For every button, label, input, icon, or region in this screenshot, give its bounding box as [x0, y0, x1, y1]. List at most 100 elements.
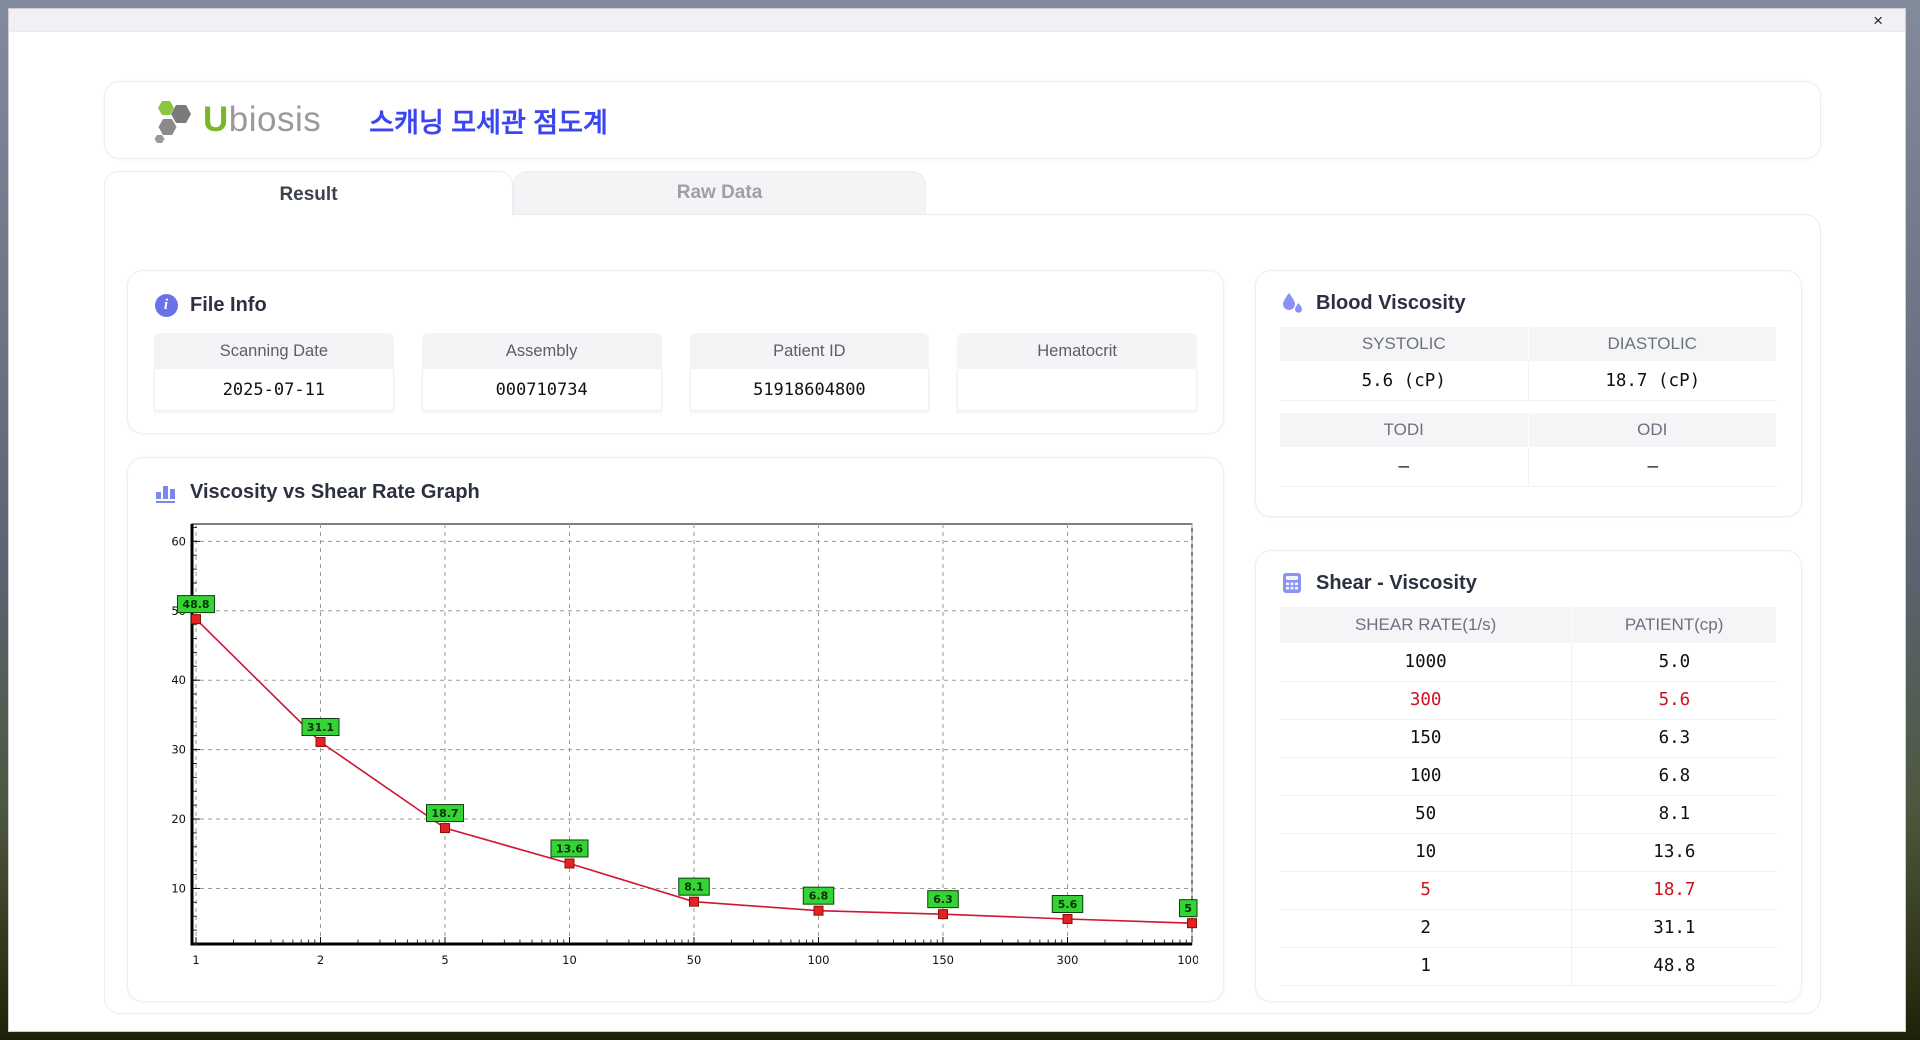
- blood-viscosity-card: Blood Viscosity SYSTOLIC DIASTOLIC 5.6 (cP…: [1255, 270, 1802, 517]
- file-info-field-assembly: Assembly 000710734: [421, 333, 662, 411]
- value-odi: –: [1528, 447, 1777, 487]
- bar-chart-icon: [154, 480, 178, 504]
- shear-rate-cell: 5: [1280, 871, 1573, 910]
- svg-text:18.7: 18.7: [431, 807, 458, 820]
- svg-text:13.6: 13.6: [556, 842, 583, 855]
- field-label: Patient ID: [689, 333, 930, 369]
- svg-text:1000: 1000: [1177, 953, 1198, 967]
- column-header-shear-rate-1-s: SHEAR RATE(1/s): [1280, 607, 1573, 643]
- logo-text: Ubiosis: [203, 100, 322, 139]
- svg-text:150: 150: [932, 953, 954, 967]
- svg-text:30: 30: [171, 743, 186, 757]
- shear-rate-cell: 100: [1280, 757, 1573, 796]
- svg-text:100: 100: [808, 953, 830, 967]
- svg-text:1: 1: [192, 953, 199, 967]
- svg-text:5: 5: [441, 953, 448, 967]
- table-row: 50 8.1: [1280, 795, 1777, 834]
- table-row: 300 5.6: [1280, 681, 1777, 720]
- shear-viscosity-card: Shear - Viscosity SHEAR RATE(1/s) PATIENT…: [1255, 550, 1802, 1002]
- svg-text:6.3: 6.3: [933, 893, 953, 906]
- patient-viscosity-cell: 31.1: [1571, 909, 1777, 948]
- file-info-title: i File Info: [154, 293, 1197, 317]
- svg-text:5.6: 5.6: [1058, 898, 1078, 911]
- svg-text:2: 2: [317, 953, 324, 967]
- svg-text:50: 50: [687, 953, 702, 967]
- shear-rate-cell: 1: [1280, 947, 1573, 986]
- field-value: [957, 369, 1197, 411]
- shear-rate-cell: 150: [1280, 719, 1573, 758]
- table-row: 10 13.6: [1280, 833, 1777, 872]
- water-drops-icon: [1280, 291, 1304, 315]
- column-header-patient-cp: PATIENT(cp): [1571, 607, 1777, 643]
- file-info-field-hematocrit: Hematocrit: [957, 333, 1197, 411]
- svg-text:48.8: 48.8: [182, 598, 209, 611]
- patient-viscosity-cell: 48.8: [1571, 947, 1777, 986]
- value-systolic: 5.6 (cP): [1280, 361, 1529, 401]
- table-row: 1 48.8: [1280, 947, 1777, 986]
- svg-text:5: 5: [1184, 902, 1192, 915]
- graph-card: Viscosity vs Shear Rate Graph 10 20 30 40 50…: [127, 457, 1224, 1002]
- svg-text:20: 20: [171, 812, 186, 826]
- svg-text:300: 300: [1057, 953, 1079, 967]
- field-value: 2025-07-11: [154, 369, 394, 411]
- svg-text:31.1: 31.1: [307, 721, 334, 734]
- app-window: × Ubiosis 스캐닝 모세관 점도계 Result Raw Data i: [8, 8, 1906, 1032]
- result-panel: i File Info Scanning Date 2025-07-11 Assem…: [104, 214, 1821, 1014]
- column-header-diastolic: DIASTOLIC: [1528, 327, 1777, 361]
- patient-viscosity-cell: 5.6: [1571, 681, 1777, 720]
- hexagon-logo-icon: [149, 97, 195, 143]
- field-label: Hematocrit: [957, 333, 1197, 369]
- field-label: Scanning Date: [154, 333, 394, 369]
- table-header-row: SHEAR RATE(1/s) PATIENT(cp): [1280, 607, 1777, 643]
- svg-text:6.8: 6.8: [809, 890, 829, 903]
- file-info-fields: Scanning Date 2025-07-11 Assembly 000710734…: [154, 333, 1197, 411]
- patient-viscosity-cell: 5.0: [1571, 643, 1777, 682]
- blood-viscosity-tables: SYSTOLIC DIASTOLIC 5.6 (cP) 18.7 (cP) TODI OD…: [1280, 327, 1777, 487]
- shear-rate-cell: 300: [1280, 681, 1573, 720]
- svg-text:8.1: 8.1: [684, 881, 704, 894]
- header-card: Ubiosis 스캐닝 모세관 점도계: [104, 81, 1821, 159]
- file-info-field-patient-id: Patient ID 51918604800: [689, 333, 930, 411]
- file-info-card: i File Info Scanning Date 2025-07-11 Assem…: [127, 270, 1224, 434]
- patient-viscosity-cell: 18.7: [1571, 871, 1777, 910]
- table-row: 2 31.1: [1280, 909, 1777, 948]
- shear-rate-cell: 10: [1280, 833, 1573, 872]
- file-info-field-scanning-date: Scanning Date 2025-07-11: [154, 333, 394, 411]
- tab-raw-data[interactable]: Raw Data: [513, 171, 926, 214]
- calculator-icon: [1280, 571, 1304, 595]
- blood-viscosity-title: Blood Viscosity: [1280, 291, 1777, 315]
- field-value: 51918604800: [689, 369, 930, 411]
- field-label: Assembly: [421, 333, 662, 369]
- app-title-korean: 스캐닝 모세관 점도계: [369, 107, 608, 138]
- shear-viscosity-title: Shear - Viscosity: [1280, 571, 1777, 595]
- shear-rate-cell: 1000: [1280, 643, 1573, 682]
- viscosity-chart: 1020304050601251050100150300100048.831.1…: [156, 510, 1207, 986]
- table-row: 100 6.8: [1280, 757, 1777, 796]
- value-diastolic: 18.7 (cP): [1528, 361, 1777, 401]
- blood-viscosity-table: TODI ODI – –: [1280, 413, 1777, 487]
- ubiosis-logo: Ubiosis: [149, 97, 321, 143]
- table-row: 150 6.3: [1280, 719, 1777, 758]
- svg-text:60: 60: [171, 534, 186, 548]
- svg-text:40: 40: [171, 673, 186, 687]
- patient-viscosity-cell: 8.1: [1571, 795, 1777, 834]
- table-row: 1000 5.0: [1280, 643, 1777, 682]
- patient-viscosity-cell: 13.6: [1571, 833, 1777, 872]
- shear-rate-cell: 50: [1280, 795, 1573, 834]
- patient-viscosity-cell: 6.3: [1571, 719, 1777, 758]
- info-icon: i: [154, 293, 178, 317]
- close-icon[interactable]: ×: [1873, 9, 1883, 32]
- graph-title: Viscosity vs Shear Rate Graph: [154, 480, 1197, 504]
- column-header-odi: ODI: [1528, 413, 1777, 447]
- tab-result[interactable]: Result: [104, 171, 513, 217]
- field-value: 000710734: [421, 369, 662, 411]
- patient-viscosity-cell: 6.8: [1571, 757, 1777, 796]
- column-header-todi: TODI: [1280, 413, 1529, 447]
- window-titlebar: ×: [9, 9, 1905, 32]
- column-header-systolic: SYSTOLIC: [1280, 327, 1529, 361]
- table-row: 5 18.7: [1280, 871, 1777, 910]
- shear-viscosity-table: SHEAR RATE(1/s) PATIENT(cp) 1000 5.0 300 5.6 1…: [1280, 607, 1777, 986]
- shear-rate-cell: 2: [1280, 909, 1573, 948]
- svg-text:10: 10: [171, 881, 186, 895]
- svg-text:10: 10: [562, 953, 577, 967]
